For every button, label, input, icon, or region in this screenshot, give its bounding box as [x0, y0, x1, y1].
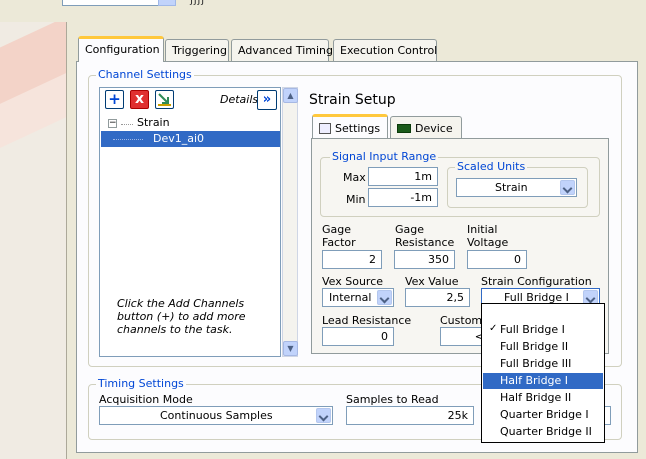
acquisition-mode-value: Continuous Samples: [160, 409, 273, 422]
tab-device[interactable]: Device: [390, 116, 462, 138]
scaled-units-select[interactable]: Strain: [456, 178, 577, 197]
tree-collapse-icon[interactable]: −: [108, 119, 117, 128]
option-half-bridge-ii[interactable]: Half Bridge II: [483, 390, 603, 406]
device-icon: [397, 124, 411, 133]
acquisition-mode-select[interactable]: Continuous Samples: [99, 406, 333, 425]
min-input[interactable]: -1m: [368, 188, 438, 207]
strain-configuration-label: Strain Configuration: [481, 275, 592, 288]
tree-connector: [121, 124, 133, 125]
max-label: Max: [343, 171, 366, 184]
details-expand-icon[interactable]: »: [257, 90, 277, 110]
option-full-bridge-ii[interactable]: Full Bridge II: [483, 339, 603, 355]
remove-channel-icon[interactable]: x: [130, 90, 149, 109]
config-icon[interactable]: [155, 90, 174, 109]
initial-voltage-input[interactable]: 0: [467, 250, 527, 269]
top-label: ʃʃʃʃ: [190, 0, 205, 6]
vex-source-value: Internal: [329, 291, 372, 304]
gage-resistance-input[interactable]: 350: [394, 250, 455, 269]
background-decoration: [0, 22, 70, 459]
signal-input-range-legend: Signal Input Range: [330, 150, 439, 163]
tab-advanced-timing[interactable]: Advanced Timing: [231, 39, 333, 61]
vex-source-label: Vex Source: [322, 275, 384, 288]
acquisition-mode-label: Acquisition Mode: [99, 393, 193, 406]
scroll-down-icon[interactable]: ▼: [283, 341, 298, 356]
vex-value-label: Vex Value: [405, 275, 459, 288]
min-label: Min: [346, 193, 366, 206]
initial-voltage-label: Initial Voltage: [467, 223, 509, 249]
scroll-up-icon[interactable]: ▲: [283, 88, 298, 103]
vex-source-select[interactable]: Internal: [322, 288, 394, 307]
settings-icon: [319, 123, 331, 134]
tree-connector-child: [113, 139, 143, 140]
option-quarter-bridge-i[interactable]: Quarter Bridge I: [483, 407, 603, 423]
tab-triggering[interactable]: Triggering: [165, 39, 229, 61]
top-dropdown-button[interactable]: [158, 0, 176, 6]
tab-execution-control[interactable]: Execution Control: [333, 39, 437, 61]
gage-resistance-label: Gage Resistance: [395, 223, 455, 249]
chevron-down-icon[interactable]: [560, 180, 575, 195]
vex-value-input[interactable]: 2,5: [405, 288, 470, 307]
details-label: Details: [220, 93, 259, 106]
chevron-down-icon[interactable]: [316, 408, 331, 423]
chevron-down-icon[interactable]: [377, 290, 392, 305]
strain-configuration-dropdown-list[interactable]: ✓ Full Bridge I Full Bridge II Full Bridg…: [481, 303, 605, 443]
scaled-units-value: Strain: [495, 181, 528, 194]
option-quarter-bridge-ii[interactable]: Quarter Bridge II: [483, 424, 603, 440]
channel-settings-legend: Channel Settings: [96, 68, 194, 81]
gage-factor-input[interactable]: 2: [322, 250, 382, 269]
add-channels-hint: Click the Add Channels button (+) to add…: [117, 297, 246, 336]
tab-device-label: Device: [415, 122, 453, 135]
tab-configuration[interactable]: Configuration: [78, 36, 164, 62]
max-input[interactable]: 1m: [368, 167, 438, 186]
strain-setup-title: Strain Setup: [309, 92, 396, 108]
tree-node-strain[interactable]: Strain: [137, 116, 170, 129]
samples-to-read-input[interactable]: 25k: [346, 406, 474, 425]
lead-resistance-label: Lead Resistance: [322, 314, 412, 327]
lead-resistance-input[interactable]: 0: [322, 327, 394, 346]
option-full-bridge-i[interactable]: ✓ Full Bridge I: [483, 322, 603, 338]
option-label: Full Bridge I: [500, 323, 565, 336]
scaled-units-legend: Scaled Units: [455, 160, 528, 173]
timing-settings-legend: Timing Settings: [96, 377, 186, 390]
tab-settings-label: Settings: [335, 122, 381, 135]
channel-list-scrollbar[interactable]: ▲ ▼: [282, 87, 298, 357]
add-channel-icon[interactable]: +: [105, 90, 124, 109]
check-icon: ✓: [489, 323, 498, 334]
option-full-bridge-iii[interactable]: Full Bridge III: [483, 356, 603, 372]
tab-settings[interactable]: Settings: [312, 114, 388, 138]
option-half-bridge-i[interactable]: Half Bridge I: [483, 373, 603, 389]
samples-to-read-label: Samples to Read: [346, 393, 439, 406]
gage-factor-label: Gage Factor: [322, 223, 356, 249]
